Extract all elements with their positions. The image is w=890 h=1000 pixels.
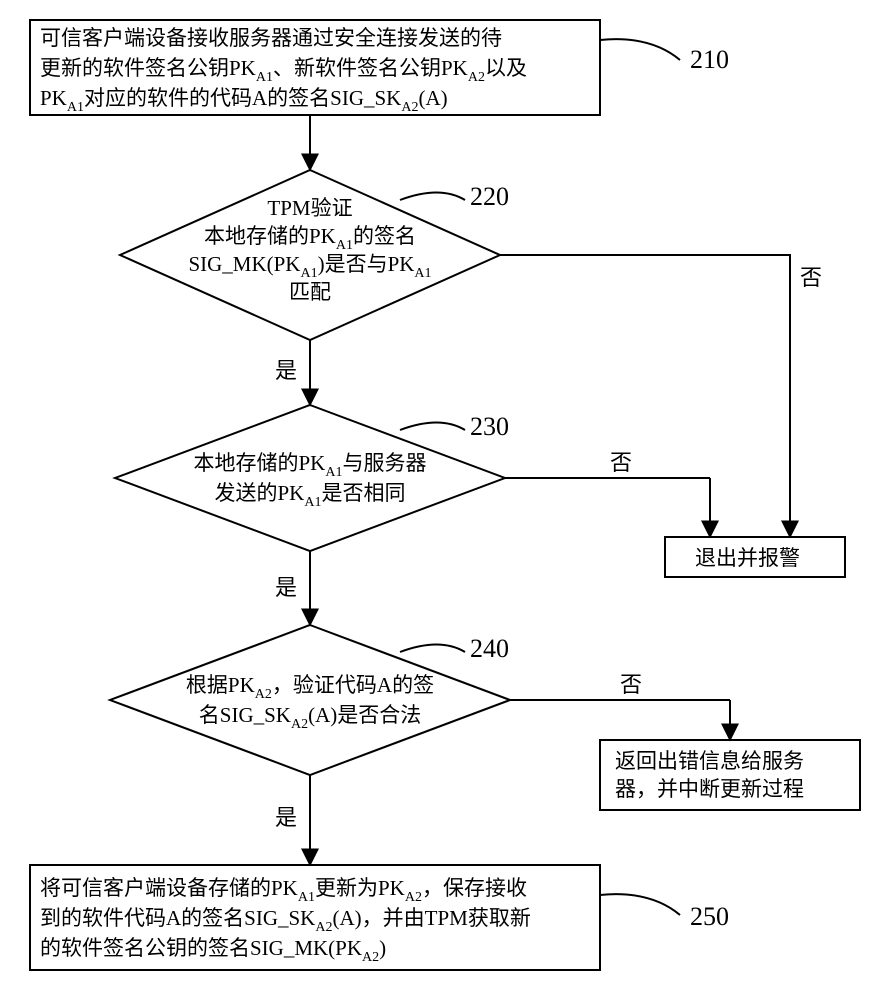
n210-line1: 可信客户端设备接收服务器通过安全连接发送的待 bbox=[40, 26, 502, 50]
svg-text:的软件签名公钥的签名SIG_MK(PKA2): 的软件签名公钥的签名SIG_MK(PKA2) bbox=[40, 936, 386, 965]
svg-text:更新的软件签名公钥PKA1、新软件签名公钥PKA2以及: 更新的软件签名公钥PKA1、新软件签名公钥PKA2以及 bbox=[40, 56, 527, 85]
svg-text:名SIG_SKA2(A)是否合法: 名SIG_SKA2(A)是否合法 bbox=[199, 703, 421, 732]
svg-text:PKA1对应的软件的代码A的签名SIG_SKA2(A): PKA1对应的软件的代码A的签名SIG_SKA2(A) bbox=[40, 86, 448, 115]
svg-text:SIG_MK(PKA1)是否与PKA1: SIG_MK(PKA1)是否与PKA1 bbox=[188, 252, 431, 281]
exit-alarm-box: 退出并报警 bbox=[665, 537, 845, 577]
svg-text:可信客户端设备接收服务器通过安全连接发送的待: 可信客户端设备接收服务器通过安全连接发送的待 bbox=[40, 26, 502, 50]
step-210: 可信客户端设备接收服务器通过安全连接发送的待 更新的软件签名公钥PKA1、新软件… bbox=[30, 20, 600, 115]
svg-text:退出并报警: 退出并报警 bbox=[695, 546, 800, 570]
svg-text:返回出错信息给服务: 返回出错信息给服务 bbox=[615, 749, 804, 773]
svg-text:根据PKA2，验证代码A的签: 根据PKA2，验证代码A的签 bbox=[186, 673, 434, 702]
svg-text:TPM验证: TPM验证 bbox=[267, 196, 352, 220]
label-240: 240 bbox=[470, 634, 509, 663]
error-box: 返回出错信息给服务 器，并中断更新过程 bbox=[600, 740, 860, 810]
branch-230-yes: 是 bbox=[275, 575, 297, 600]
decision-240: 根据PKA2，验证代码A的签 名SIG_SKA2(A)是否合法 bbox=[110, 625, 510, 775]
flowchart: 可信客户端设备接收服务器通过安全连接发送的待 更新的软件签名公钥PKA1、新软件… bbox=[0, 0, 890, 1000]
svg-text:器，并中断更新过程: 器，并中断更新过程 bbox=[615, 777, 804, 801]
label-220: 220 bbox=[470, 182, 509, 211]
branch-220-no: 否 bbox=[800, 265, 822, 290]
branch-230-no: 否 bbox=[610, 450, 632, 475]
arrow-220-alarm bbox=[500, 255, 790, 537]
branch-220-yes: 是 bbox=[275, 358, 297, 383]
svg-text:本地存储的PKA1的签名: 本地存储的PKA1的签名 bbox=[204, 224, 416, 253]
label-230: 230 bbox=[470, 412, 509, 441]
decision-220: TPM验证 本地存储的PKA1的签名 SIG_MK(PKA1)是否与PKA1 匹… bbox=[120, 170, 500, 340]
svg-text:匹配: 匹配 bbox=[289, 280, 331, 304]
svg-text:将可信客户端设备存储的PKA1更新为PKA2，保存接收: 将可信客户端设备存储的PKA1更新为PKA2，保存接收 bbox=[40, 876, 527, 905]
decision-230: 本地存储的PKA1与服务器 发送的PKA1是否相同 bbox=[115, 405, 505, 551]
branch-240-yes: 是 bbox=[275, 805, 297, 830]
label-210: 210 bbox=[690, 45, 729, 74]
label-250: 250 bbox=[690, 902, 729, 931]
svg-text:本地存储的PKA1与服务器: 本地存储的PKA1与服务器 bbox=[194, 451, 427, 480]
svg-text:到的软件代码A的签名SIG_SKA2(A)，并由TPM获取新: 到的软件代码A的签名SIG_SKA2(A)，并由TPM获取新 bbox=[40, 906, 531, 935]
step-250: 将可信客户端设备存储的PKA1更新为PKA2，保存接收 到的软件代码A的签名SI… bbox=[30, 865, 600, 970]
svg-text:发送的PKA1是否相同: 发送的PKA1是否相同 bbox=[215, 481, 406, 510]
branch-240-no: 否 bbox=[620, 672, 642, 697]
